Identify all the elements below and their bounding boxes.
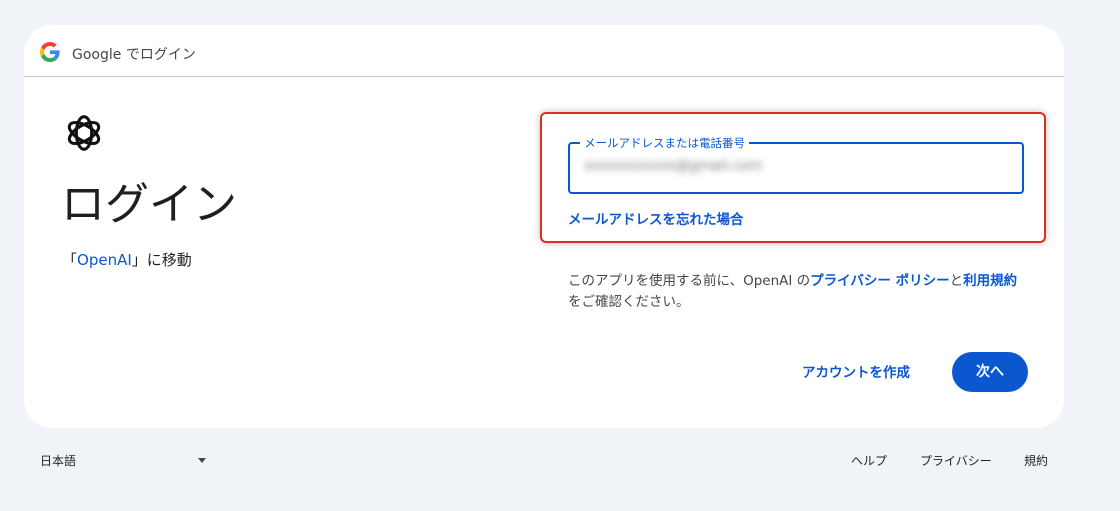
footer-privacy-link[interactable]: プライバシー	[920, 452, 992, 469]
card-header: Google でログイン	[24, 25, 1064, 77]
app-name-link[interactable]: OpenAI	[77, 251, 132, 269]
forgot-email-link[interactable]: メールアドレスを忘れた場合	[568, 208, 744, 228]
privacy-notice: このアプリを使用する前に、OpenAI のプライバシー ポリシーと利用規約をご確…	[568, 271, 1028, 313]
email-field-label: メールアドレスまたは電話番号	[580, 135, 749, 151]
openai-logo-icon	[67, 115, 101, 151]
create-account-button[interactable]: アカウントを作成	[786, 355, 926, 391]
header-title: Google でログイン	[72, 47, 196, 63]
footer-help-link[interactable]: ヘルプ	[851, 452, 887, 469]
terms-link[interactable]: 利用規約	[963, 273, 1017, 289]
google-g-icon	[40, 42, 60, 62]
subtitle-close: 」に移動	[131, 251, 192, 269]
page-title: ログイン	[61, 179, 237, 230]
notice-middle: と	[949, 273, 964, 289]
footer-terms-link[interactable]: 規約	[1024, 452, 1048, 469]
app-subtitle: 「OpenAI」に移動	[62, 249, 192, 270]
notice-prefix: このアプリを使用する前に、OpenAI の	[568, 273, 811, 289]
signin-card: Google でログイン ログイン 「OpenAI」に移動 メールアドレスまたは…	[24, 25, 1064, 428]
language-label: 日本語	[40, 454, 77, 468]
subtitle-open: 「	[62, 251, 78, 269]
next-button[interactable]: 次へ	[952, 352, 1028, 392]
notice-suffix: をご確認ください。	[568, 294, 690, 310]
language-select[interactable]: 日本語	[40, 452, 212, 470]
caret-down-icon	[198, 458, 206, 463]
email-field[interactable]: メールアドレスまたは電話番号 xxxxxxxxxxx@gmail.com	[568, 135, 1024, 194]
email-field-value[interactable]: xxxxxxxxxxx@gmail.com	[584, 158, 784, 178]
privacy-policy-link[interactable]: プライバシー ポリシー	[810, 273, 949, 289]
